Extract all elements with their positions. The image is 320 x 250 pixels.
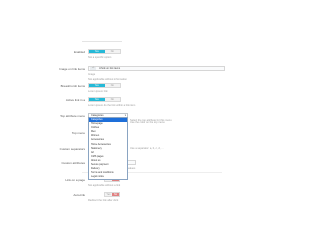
switch-off-option[interactable]: No: [104, 84, 120, 87]
field-label: Enabled: [73, 50, 85, 54]
field-label: Active link in a: [65, 98, 85, 102]
switch-off-option[interactable]: No: [104, 98, 120, 101]
auto-link-switch[interactable]: Yes No: [104, 192, 120, 197]
field-label: Top attribute menu: [60, 114, 85, 118]
input-value: Ichnik on link items: [99, 67, 121, 70]
field-label: Link on a page: [65, 178, 85, 182]
dropdown-list[interactable]: Categories Homepage Clothes Men Women Ac…: [88, 117, 128, 181]
help-text: Use the color on the top menu: [130, 121, 165, 124]
switch-off-option[interactable]: No: [104, 50, 120, 53]
switch-on-option[interactable]: Yes: [89, 50, 105, 53]
input-adjust-addon: +/-: [90, 67, 96, 70]
switch-on-option[interactable]: Yes: [105, 193, 112, 196]
help-text: Lorem ipsum link: [88, 90, 108, 93]
field-label: Top menu: [71, 131, 85, 135]
switch-off-option[interactable]: No: [112, 193, 119, 196]
help-text: Image: [88, 73, 96, 76]
switch-on-option[interactable]: Yes: [89, 84, 105, 87]
field-label: Image on link items: [59, 67, 85, 71]
field-label: Auto-link: [73, 193, 85, 197]
breadcrumb-switch[interactable]: Yes No: [88, 83, 121, 88]
switch-on-option[interactable]: Yes: [89, 98, 105, 101]
active-link-switch[interactable]: Yes No: [88, 97, 121, 102]
dropdown-option[interactable]: Legal notice: [89, 175, 127, 179]
field-label: Custom attributes: [61, 161, 85, 165]
field-label: Custom separators: [59, 147, 85, 151]
image-text-input[interactable]: +/- Ichnik on link items: [88, 66, 225, 71]
help-text-secondary: Not applicable without information: [88, 77, 127, 81]
help-text: Not a specific option: [88, 56, 112, 59]
enabled-switch[interactable]: Yes No: [88, 49, 121, 54]
help-text: Use a separator: a, b, c, d, ...: [130, 147, 164, 150]
field-label: Breadcrumb items: [60, 84, 85, 88]
help-text: Lorem ipsum do the link within a link it…: [88, 104, 136, 107]
top-divider: [82, 41, 122, 42]
help-text: Redirect the link after click: [88, 199, 119, 202]
help-text: Not applicable without a link: [88, 184, 121, 187]
